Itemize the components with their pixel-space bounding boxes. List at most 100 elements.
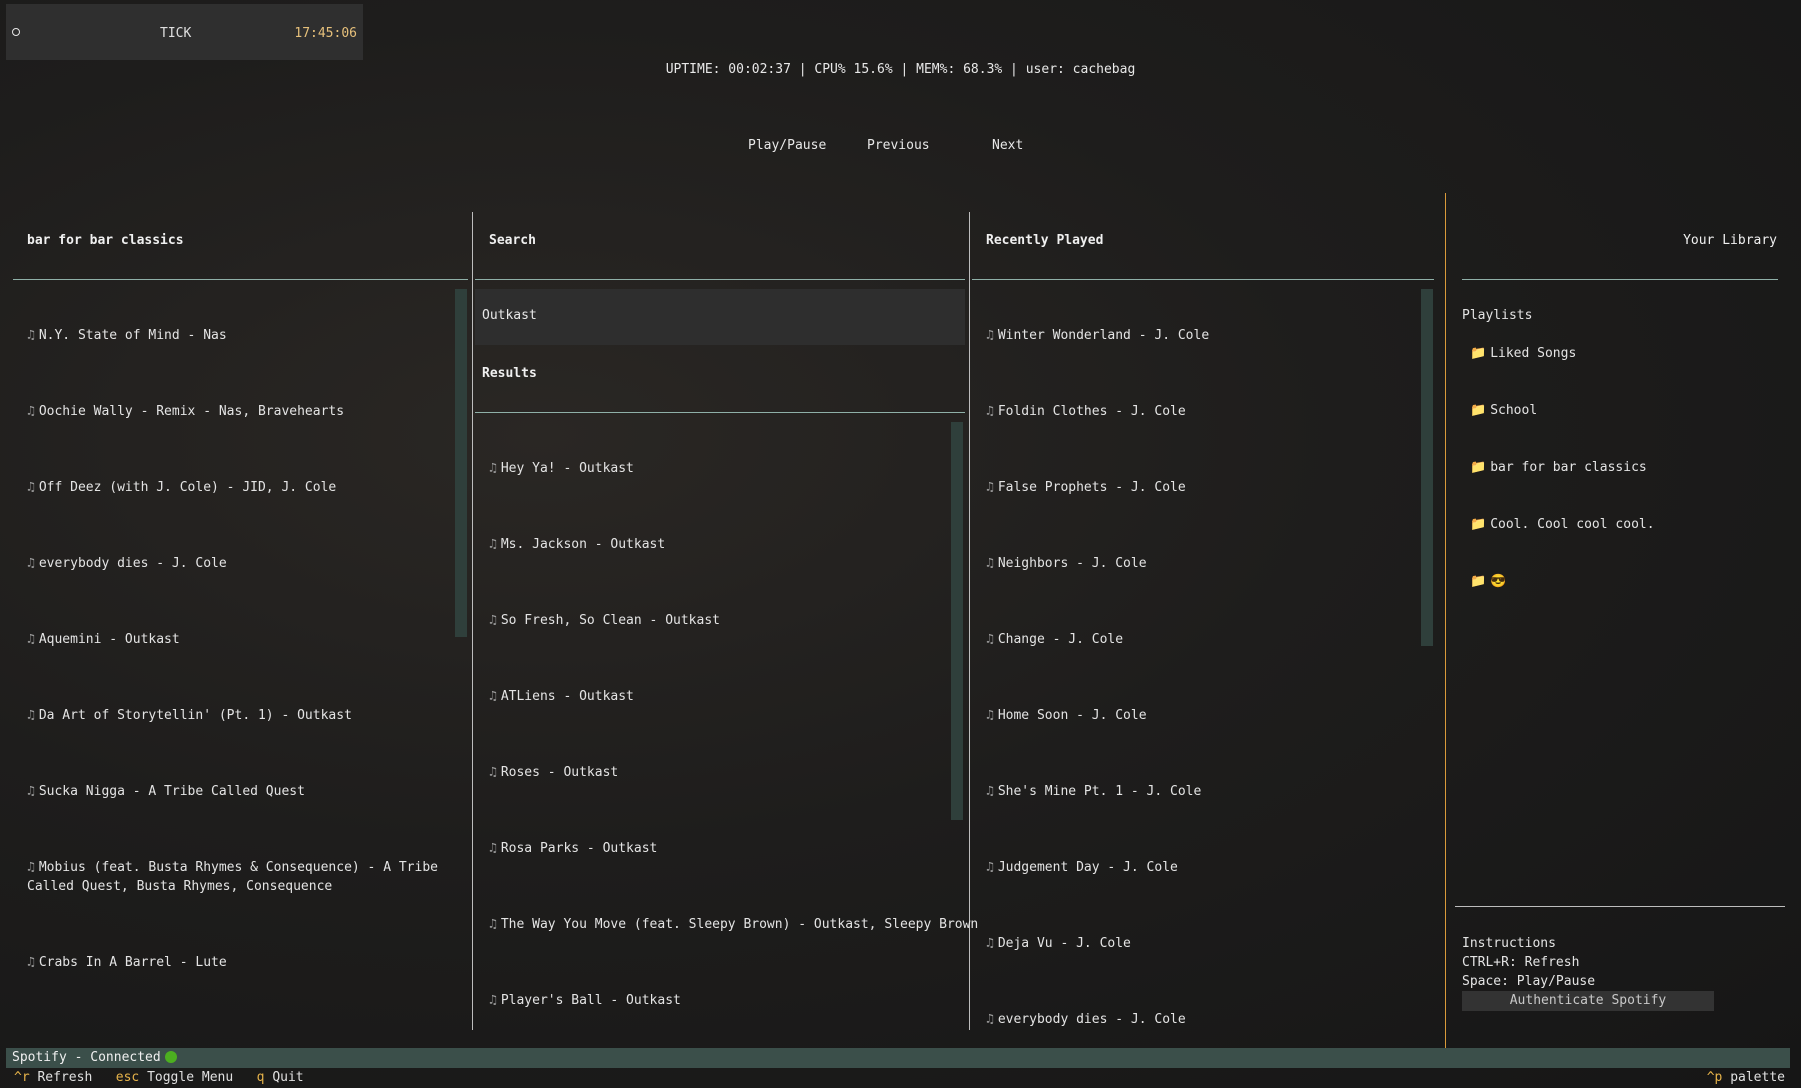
toggle-menu-label[interactable]: Toggle Menu <box>147 1070 233 1085</box>
track-item[interactable]: ♫ Judgement Day - J. Cole <box>986 858 1178 877</box>
panel-separator <box>1455 906 1785 907</box>
quit-key: q <box>256 1070 265 1085</box>
music-note-icon: ♫ <box>27 860 35 875</box>
track-label-continued: Called Quest, Busta Rhymes, Consequence <box>27 879 333 894</box>
music-note-icon: ♫ <box>27 480 35 495</box>
result-item[interactable]: ♫ Player's Ball - Outkast <box>489 991 681 1010</box>
track-item[interactable]: ♫ Crabs In A Barrel - Lute <box>27 953 227 972</box>
track-label: ATLiens - Outkast <box>500 689 634 704</box>
music-note-icon: ♫ <box>27 632 35 647</box>
track-label: Oochie Wally - Remix - Nas, Bravehearts <box>38 404 345 419</box>
panel-title: bar for bar classics <box>27 233 184 248</box>
panel-separator <box>1462 279 1778 280</box>
menu-key: esc <box>115 1070 140 1085</box>
app-title: TICK <box>160 26 192 41</box>
music-note-icon: ♫ <box>489 461 497 476</box>
music-note-icon: ♫ <box>27 404 35 419</box>
instructions-title: Instructions <box>1462 936 1556 951</box>
folder-icon: 📁 <box>1470 574 1487 589</box>
authenticate-button[interactable]: Authenticate Spotify <box>1462 991 1714 1011</box>
result-item[interactable]: ♫ ATLiens - Outkast <box>489 687 634 706</box>
track-item[interactable]: ♫ everybody dies - J. Cole <box>986 1010 1186 1029</box>
track-item[interactable]: ♫ Oochie Wally - Remix - Nas, Bravehearts <box>27 402 344 421</box>
track-label: Neighbors - J. Cole <box>997 556 1147 571</box>
music-note-icon: ♫ <box>489 993 497 1008</box>
scrollbar[interactable] <box>455 289 467 637</box>
music-note-icon: ♫ <box>27 784 35 799</box>
track-item[interactable]: ♫ N.Y. State of Mind - Nas <box>27 326 227 345</box>
next-button[interactable]: Next <box>992 138 1023 153</box>
music-note-icon: ♫ <box>27 955 35 970</box>
track-label: Da Art of Storytellin' (Pt. 1) - Outkast <box>38 708 352 723</box>
track-label: Aquemini - Outkast <box>38 632 180 647</box>
clock: 17:45:06 <box>294 26 357 41</box>
library-playlist-item[interactable]: 📁 bar for bar classics <box>1470 460 1647 475</box>
play-pause-button[interactable]: Play/Pause <box>748 138 826 153</box>
track-label: Winter Wonderland - J. Cole <box>997 328 1210 343</box>
track-label: Roses - Outkast <box>500 765 619 780</box>
library-playlist-item[interactable]: 📁 😎 <box>1470 574 1506 589</box>
music-note-icon: ♫ <box>489 689 497 704</box>
tick-widget: TICK 17:45:06 <box>6 4 363 60</box>
track-item[interactable]: ♫ Change - J. Cole <box>986 630 1123 649</box>
track-item[interactable]: ♫ Aquemini - Outkast <box>27 630 180 649</box>
scrollbar[interactable] <box>951 422 963 820</box>
track-item[interactable]: ♫ Da Art of Storytellin' (Pt. 1) - Outkas… <box>27 706 352 725</box>
quit-label[interactable]: Quit <box>272 1070 303 1085</box>
panel-title: Your Library <box>1683 233 1777 248</box>
search-input[interactable]: Outkast <box>475 289 965 345</box>
library-playlist-item[interactable]: 📁 Cool. Cool cool cool. <box>1470 517 1655 532</box>
result-item[interactable]: ♫ The Way You Move (feat. Sleepy Brown) -… <box>489 915 978 934</box>
scrollbar[interactable] <box>1421 289 1433 646</box>
track-label: Home Soon - J. Cole <box>997 708 1147 723</box>
connected-indicator-icon <box>164 1051 177 1063</box>
track-item[interactable]: ♫ Home Soon - J. Cole <box>986 706 1147 725</box>
track-item[interactable]: ♫ Mobius (feat. Busta Rhymes & Consequenc… <box>27 858 438 896</box>
track-label: N.Y. State of Mind - Nas <box>38 328 227 343</box>
track-item[interactable]: ♫ Off Deez (with J. Cole) - JID, J. Cole <box>27 478 336 497</box>
panel-title: Search <box>489 233 536 248</box>
track-label: She's Mine Pt. 1 - J. Cole <box>997 784 1202 799</box>
track-label: Judgement Day - J. Cole <box>997 860 1178 875</box>
track-item[interactable]: ♫ Foldin Clothes - J. Cole <box>986 402 1186 421</box>
instruction-line: Space: Play/Pause <box>1462 974 1596 989</box>
result-item[interactable]: ♫ Hey Ya! - Outkast <box>489 459 634 478</box>
track-item[interactable]: ♫ Sucka Nigga - A Tribe Called Quest <box>27 782 305 801</box>
track-item[interactable]: ♫ False Prophets - J. Cole <box>986 478 1186 497</box>
track-item[interactable]: ♫ Neighbors - J. Cole <box>986 554 1147 573</box>
library-playlist-item[interactable]: 📁 Liked Songs <box>1470 346 1576 361</box>
playlist-label: bar for bar classics <box>1490 460 1647 475</box>
music-note-icon: ♫ <box>986 784 994 799</box>
connection-status: Spotify - Connected <box>12 1050 161 1065</box>
playlist-label: Cool. Cool cool cool. <box>1490 517 1655 532</box>
music-note-icon: ♫ <box>986 328 994 343</box>
result-item[interactable]: ♫ Rosa Parks - Outkast <box>489 839 657 858</box>
folder-icon: 📁 <box>1470 346 1487 361</box>
result-item[interactable]: ♫ Ms. Jackson - Outkast <box>489 535 665 554</box>
divider <box>969 212 970 1030</box>
track-item[interactable]: ♫ everybody dies - J. Cole <box>27 554 227 573</box>
refresh-label[interactable]: Refresh <box>37 1070 92 1085</box>
music-note-icon: ♫ <box>986 708 994 723</box>
track-item[interactable]: ♫ Winter Wonderland - J. Cole <box>986 326 1209 345</box>
playlist-label: 😎 <box>1490 574 1507 589</box>
track-item[interactable]: ♫ Deja Vu - J. Cole <box>986 934 1131 953</box>
status-circle-icon <box>12 28 20 36</box>
music-note-icon: ♫ <box>27 708 35 723</box>
music-note-icon: ♫ <box>986 404 994 419</box>
track-label: So Fresh, So Clean - Outkast <box>500 613 720 628</box>
library-playlist-item[interactable]: 📁 School <box>1470 403 1537 418</box>
previous-button[interactable]: Previous <box>867 138 930 153</box>
folder-icon: 📁 <box>1470 460 1487 475</box>
result-item[interactable]: ♫ Roses - Outkast <box>489 763 618 782</box>
palette-label[interactable]: palette <box>1730 1070 1785 1085</box>
music-note-icon: ♫ <box>489 537 497 552</box>
playlist-label: Liked Songs <box>1490 346 1577 361</box>
track-item[interactable]: ♫ She's Mine Pt. 1 - J. Cole <box>986 782 1201 801</box>
result-item[interactable]: ♫ So Fresh, So Clean - Outkast <box>489 611 720 630</box>
instruction-line: CTRL+R: Refresh <box>1462 955 1580 970</box>
panel-separator <box>13 279 468 280</box>
panel-title: Recently Played <box>986 233 1104 248</box>
track-label: Foldin Clothes - J. Cole <box>997 404 1186 419</box>
music-note-icon: ♫ <box>27 328 35 343</box>
